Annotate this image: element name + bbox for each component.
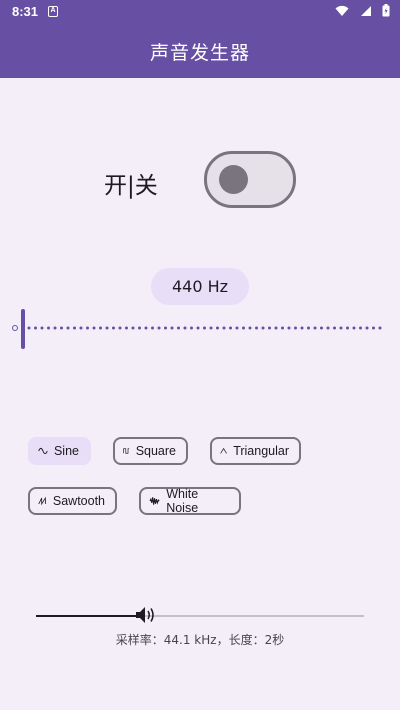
waveform-chip-square[interactable]: Square (113, 437, 188, 465)
status-icons (329, 4, 390, 22)
frequency-slider-track[interactable] (27, 326, 390, 330)
slider-tick (248, 326, 252, 330)
slider-tick (151, 326, 154, 330)
battery-icon (382, 4, 390, 22)
slider-tick (300, 326, 304, 330)
slider-tick (105, 326, 109, 330)
slider-tick (261, 326, 265, 330)
sample-info: 采样率：44.1 kHz，长度：2秒 (115, 633, 285, 647)
waveform-label: Square (135, 444, 176, 458)
waveform-chip-white-noise[interactable]: White Noise (139, 487, 241, 515)
waveform-label: White Noise (166, 487, 199, 515)
slider-tick (339, 326, 343, 330)
signal-icon (360, 4, 372, 22)
slider-tick (281, 326, 284, 330)
slider-tick (372, 326, 375, 330)
slider-tick (157, 326, 161, 330)
slider-tick (177, 326, 180, 330)
slider-tick (73, 326, 76, 330)
waveform-label: Sawtooth (52, 494, 105, 508)
white-noise-icon (149, 497, 160, 505)
slider-tick (313, 326, 317, 330)
slider-tick (60, 326, 63, 330)
slider-tick (138, 326, 141, 330)
slider-tick (216, 326, 219, 330)
slider-tick (79, 326, 83, 330)
slider-tick (27, 326, 31, 330)
status-bar: 8:31 A (0, 0, 400, 24)
slider-tick (333, 326, 336, 330)
slider-tick (242, 326, 245, 330)
slider-tick (346, 326, 349, 330)
waveform-chip-triangular[interactable]: Triangular (210, 437, 301, 465)
square-wave-icon (123, 448, 130, 454)
slider-tick (307, 326, 310, 330)
sawtooth-wave-icon (38, 496, 46, 506)
slider-tick (125, 326, 128, 330)
slider-tick (118, 326, 122, 330)
slider-tick (274, 326, 278, 330)
slider-tick (255, 326, 258, 330)
slider-tick (222, 326, 226, 330)
slider-tick (92, 326, 96, 330)
wifi-icon (335, 4, 349, 22)
toggle-thumb (219, 165, 248, 194)
frequency-value: 440 Hz (171, 277, 229, 296)
slider-tick (268, 326, 271, 330)
slider-tick (53, 326, 57, 330)
frequency-label: 440 Hz (151, 268, 249, 305)
slider-tick (359, 326, 362, 330)
slider-tick (365, 326, 369, 330)
slider-tick (164, 326, 167, 330)
slider-tick (352, 326, 356, 330)
power-label: 开|关 (104, 173, 158, 199)
waveform-label: Sine (53, 444, 79, 458)
slider-tick (196, 326, 200, 330)
sine-wave-icon (38, 447, 48, 455)
slider-tick (378, 326, 382, 330)
frequency-slider-thumb[interactable] (21, 309, 25, 349)
slider-tick (287, 326, 291, 330)
slider-tick (144, 326, 148, 330)
slider-tick (294, 326, 297, 330)
slider-tick (209, 326, 213, 330)
app-bar: 声音发生器 (0, 24, 400, 78)
slider-tick (112, 326, 115, 330)
waveform-chip-sawtooth[interactable]: Sawtooth (28, 487, 117, 515)
waveform-chip-sine[interactable]: Sine (28, 437, 91, 465)
slider-tick (320, 326, 323, 330)
volume-slider-fill (36, 615, 145, 617)
speaker-icon[interactable] (134, 605, 156, 629)
slider-tick (47, 326, 50, 330)
triangle-wave-icon (220, 447, 227, 454)
a-notification-icon: A (48, 6, 58, 17)
slider-tick (34, 326, 37, 330)
status-time: 8:31 (12, 4, 39, 19)
slider-tick (131, 326, 135, 330)
slider-tick (99, 326, 102, 330)
app-title: 声音发生器 (149, 41, 250, 64)
slider-tick (203, 326, 206, 330)
slider-tick (235, 326, 239, 330)
slider-tick (183, 326, 187, 330)
frequency-slider-start (12, 325, 18, 331)
slider-tick (190, 326, 193, 330)
slider-tick (40, 326, 44, 330)
slider-tick (229, 326, 232, 330)
slider-tick (326, 326, 330, 330)
slider-tick (66, 326, 70, 330)
power-toggle[interactable] (204, 151, 296, 208)
slider-tick (170, 326, 174, 330)
slider-tick (86, 326, 89, 330)
waveform-label: Triangular (233, 444, 289, 458)
